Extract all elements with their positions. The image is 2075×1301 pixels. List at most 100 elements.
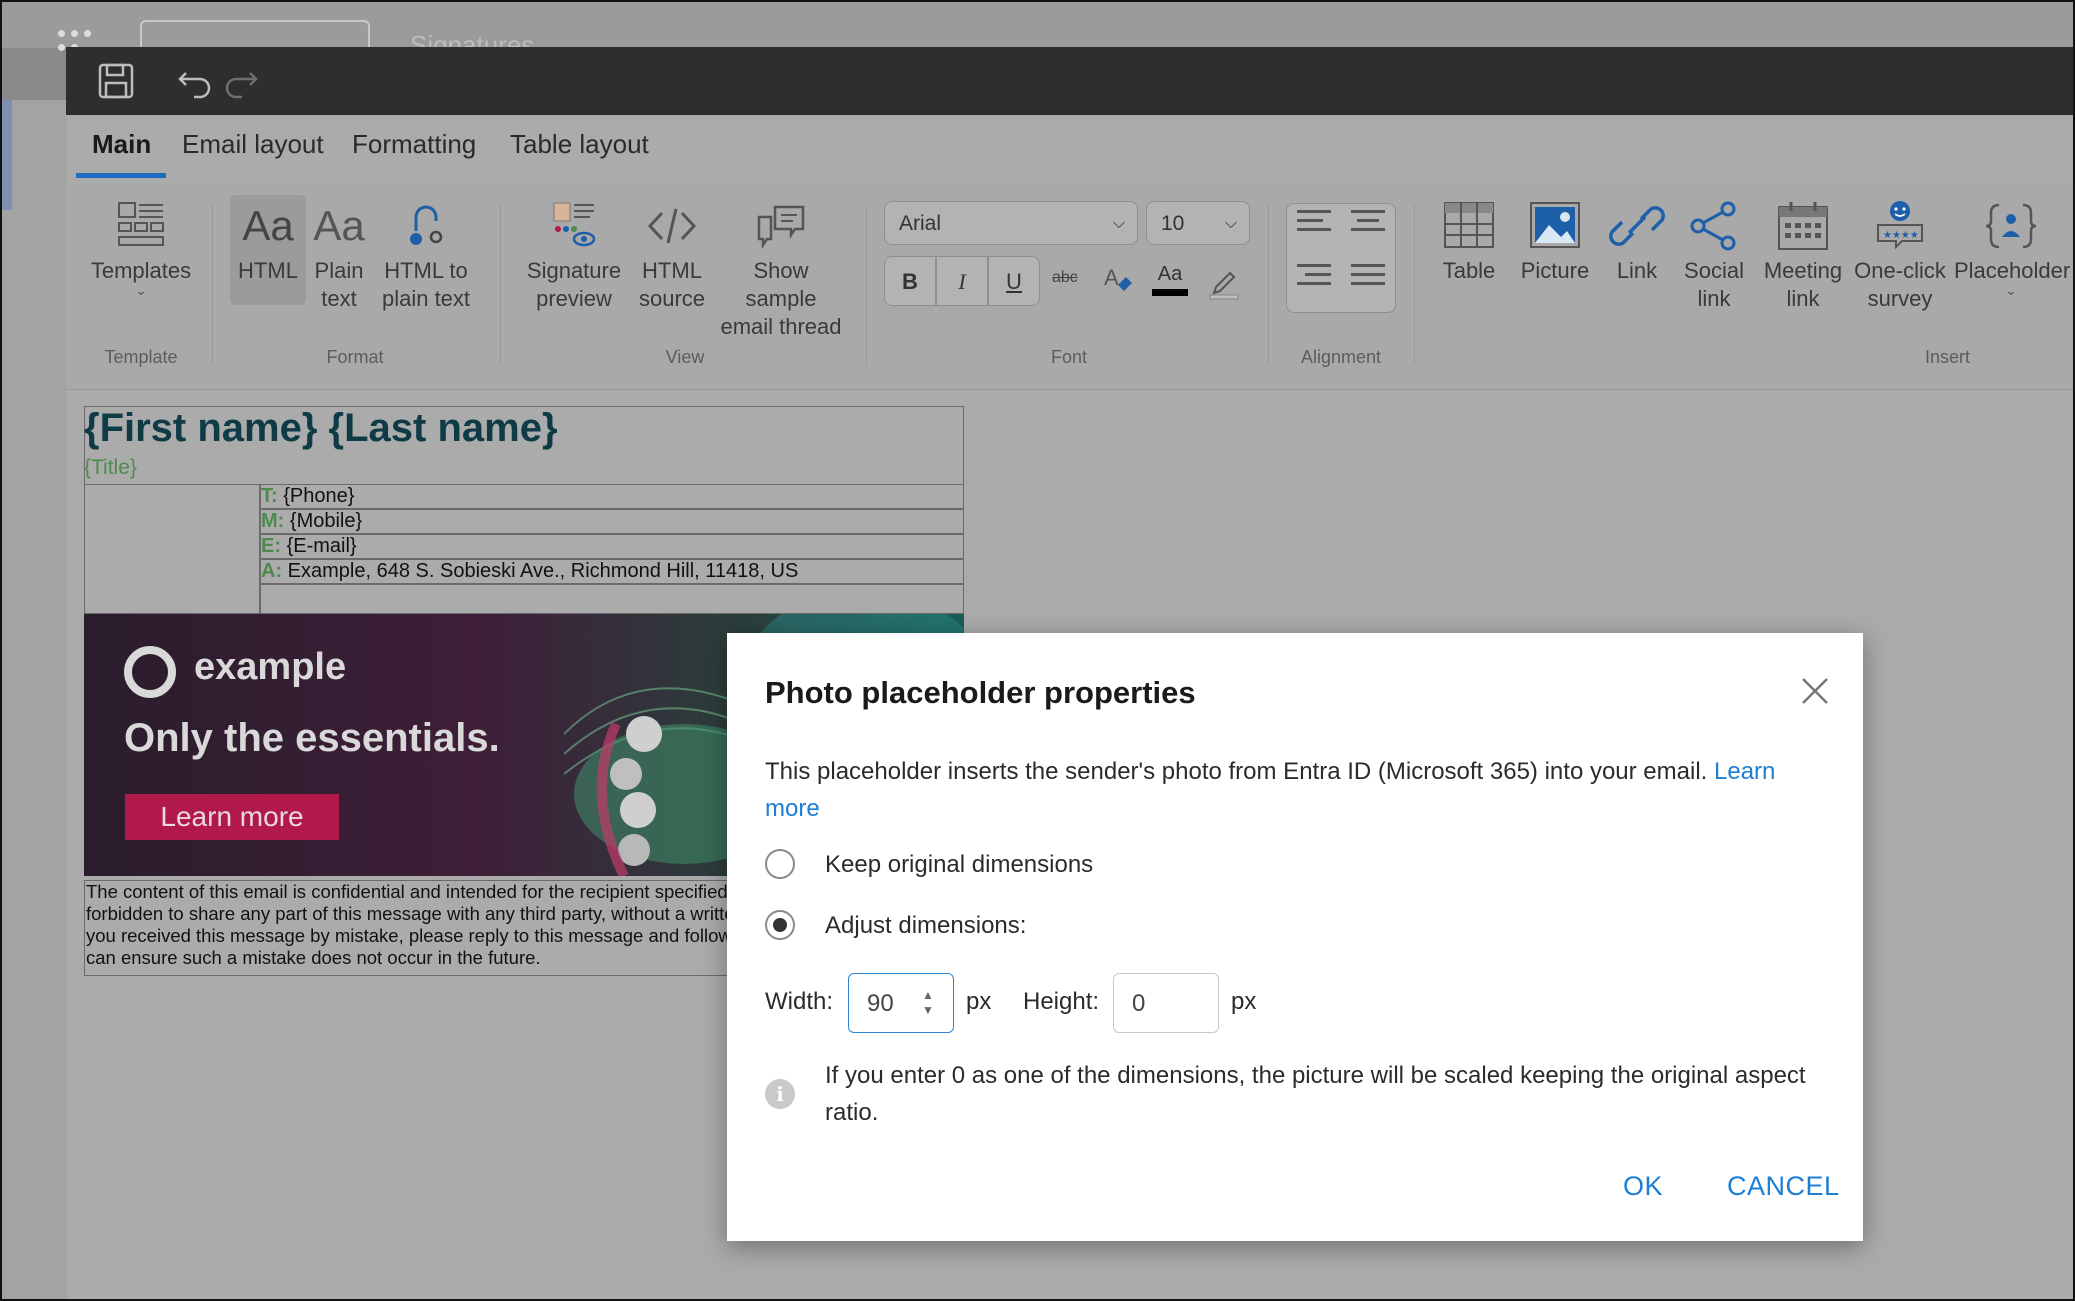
insert-picture-button[interactable]: Picture	[1510, 199, 1600, 285]
background-left-strip	[0, 100, 12, 210]
align-left-button[interactable]	[1287, 204, 1341, 258]
undo-icon[interactable]	[174, 59, 218, 103]
ribbon-separator	[866, 205, 867, 365]
view-group-label: View	[665, 347, 705, 367]
link-icon	[1609, 206, 1665, 246]
strikethrough-button[interactable]: abc	[1052, 269, 1078, 287]
chat-bubbles-icon	[757, 205, 805, 250]
tab-main[interactable]: Main	[92, 129, 151, 160]
social-link-label: Social link	[1684, 258, 1744, 311]
height-value: 0	[1132, 990, 1146, 1017]
show-sample-email-thread-button[interactable]: Show sample email thread	[716, 199, 846, 341]
ribbon-separator	[1414, 205, 1415, 365]
template-group-label: Template	[104, 347, 178, 367]
alignment-group-label: Alignment	[1300, 347, 1382, 367]
align-right-button[interactable]	[1287, 258, 1341, 312]
svg-text:A: A	[1104, 265, 1119, 290]
banner-learn-more-button[interactable]: Learn more	[125, 794, 339, 840]
templates-button[interactable]: Templates ⌄	[86, 199, 196, 297]
chevron-down-icon: ⌵	[1224, 215, 1237, 232]
ok-button[interactable]: OK	[1623, 1171, 1663, 1202]
signature-preview-button[interactable]: Signature preview	[520, 199, 628, 313]
tab-formatting[interactable]: Formatting	[352, 129, 476, 160]
align-justify-button[interactable]	[1341, 258, 1395, 312]
show-sample-email-thread-label: Show sample email thread	[720, 258, 842, 339]
placeholder-chevron-icon: ⌄	[2005, 282, 2017, 298]
width-label: Width:	[765, 988, 834, 1015]
font-color-button[interactable]: Aa	[1152, 263, 1188, 296]
code-icon	[647, 208, 697, 244]
contact-mobile: M: {Mobile}	[260, 509, 964, 534]
tab-table-layout[interactable]: Table layout	[510, 129, 649, 160]
ribbon: Templates ⌄ Template Aa HTML Aa Plain te…	[66, 185, 2075, 390]
table-icon	[1444, 202, 1494, 248]
html-to-plain-text-button[interactable]: HTML to plain text	[376, 199, 476, 313]
chevron-down-icon: ⌵	[1112, 215, 1125, 232]
insert-meeting-link-button[interactable]: Meeting link	[1758, 199, 1848, 313]
italic-button[interactable]: I	[936, 256, 988, 306]
templates-icon	[118, 202, 164, 246]
align-center-button[interactable]	[1341, 204, 1395, 258]
insert-one-click-survey-button[interactable]: ★★★★ One-click survey	[1850, 199, 1950, 313]
height-unit: px	[1231, 988, 1257, 1015]
html-format-button[interactable]: Aa HTML	[230, 199, 306, 285]
tab-email-layout[interactable]: Email layout	[182, 129, 324, 160]
contact-key: T:	[261, 485, 278, 507]
photo-placeholder-cell[interactable]	[84, 484, 260, 614]
html-to-plain-text-label: HTML to plain text	[381, 258, 471, 311]
font-size-select[interactable]: 10 ⌵	[1146, 201, 1250, 245]
table-label: Table	[1442, 258, 1496, 283]
height-input[interactable]: 0	[1113, 973, 1219, 1033]
link-label: Link	[1616, 258, 1658, 283]
save-icon[interactable]	[94, 59, 138, 103]
underline-button[interactable]: U	[988, 256, 1040, 306]
picture-icon	[1530, 202, 1580, 248]
insert-placeholder-button[interactable]: Placeholder ⌄	[1954, 199, 2070, 298]
dialog-description-text: This placeholder inserts the sender's ph…	[765, 758, 1708, 785]
cancel-button[interactable]: CANCEL	[1727, 1171, 1840, 1202]
contact-empty-row	[260, 584, 964, 614]
ribbon-separator	[212, 205, 213, 365]
contact-value: {Phone}	[283, 485, 355, 507]
contact-value: {Mobile}	[289, 510, 363, 532]
contact-key: M:	[261, 510, 285, 532]
font-color-sample: Aa	[1157, 263, 1183, 285]
width-stepper-icon[interactable]: ▲ ▼	[921, 988, 935, 1018]
insert-link-button[interactable]: Link	[1602, 199, 1672, 285]
info-icon: i	[765, 1079, 795, 1109]
width-value: 90	[867, 990, 894, 1017]
plain-text-aa-icon: Aa	[313, 202, 365, 249]
photo-placeholder-dialog: Photo placeholder properties This placeh…	[727, 633, 1863, 1241]
keep-original-dimensions-radio[interactable]	[765, 849, 795, 879]
plain-text-button[interactable]: Aa Plain text	[306, 199, 372, 313]
signature-preview-label: Signature preview	[526, 258, 622, 311]
active-tab-indicator	[76, 173, 166, 178]
insert-table-button[interactable]: Table	[1432, 199, 1506, 285]
signature-title: {Title}	[84, 456, 137, 479]
meeting-link-label: Meeting link	[1763, 258, 1843, 311]
dialog-description: This placeholder inserts the sender's ph…	[765, 753, 1835, 827]
background-left-panel	[0, 100, 66, 1301]
bold-button[interactable]: B	[884, 256, 936, 306]
adjust-dimensions-label: Adjust dimensions:	[825, 912, 1027, 939]
clear-formatting-icon[interactable]: A	[1102, 263, 1136, 297]
placeholder-icon	[1985, 203, 2037, 249]
html-source-button[interactable]: HTML source	[632, 199, 712, 313]
html-to-plain-text-icon	[410, 205, 443, 245]
background-logo	[140, 20, 370, 48]
highlight-pen-icon[interactable]	[1206, 265, 1242, 301]
share-icon	[1690, 201, 1736, 251]
contact-value: Example, 648 S. Sobieski Ave., Richmond …	[287, 560, 799, 582]
font-size-value: 10	[1161, 212, 1185, 235]
html-aa-icon: Aa	[242, 202, 294, 249]
dimension-info-text: If you enter 0 as one of the dimensions,…	[825, 1062, 1806, 1126]
redo-icon[interactable]	[218, 59, 262, 103]
insert-social-link-button[interactable]: Social link	[1674, 199, 1754, 313]
width-input[interactable]: 90 ▲ ▼	[848, 973, 954, 1033]
font-family-select[interactable]: Arial ⌵	[884, 201, 1138, 245]
html-label: HTML	[238, 258, 298, 283]
adjust-dimensions-radio[interactable]	[765, 910, 795, 940]
close-icon[interactable]	[1799, 675, 1831, 707]
signature-name: {First name} {Last name}	[84, 406, 558, 450]
height-label: Height:	[1023, 988, 1100, 1015]
